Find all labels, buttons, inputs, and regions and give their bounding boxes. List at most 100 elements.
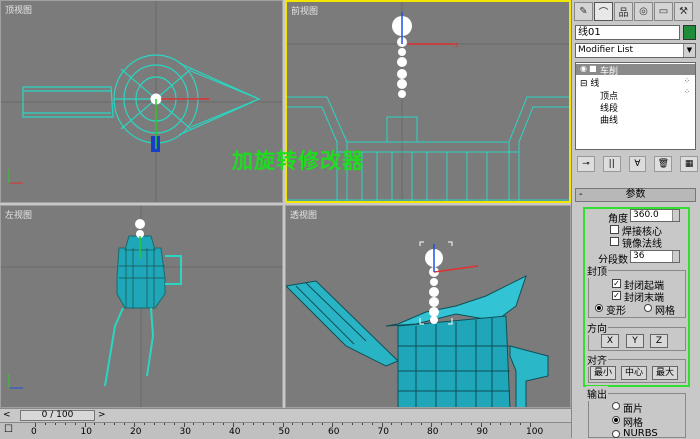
align-center-button[interactable]: 中心 [621, 366, 647, 380]
viewport-label-front[interactable]: 前视图 [291, 4, 318, 17]
stack-item-lathe[interactable]: ◉ ■ 车削 [576, 64, 695, 77]
patch-radio[interactable] [612, 402, 620, 410]
object-color-swatch[interactable] [683, 25, 696, 40]
flip-normals-checkbox[interactable] [610, 237, 619, 246]
modifier-list-dropdown[interactable]: Modifier List ▼ [575, 43, 696, 58]
align-max-button[interactable]: 最大 [652, 366, 678, 380]
viewport-label-top[interactable]: 顶视图 [5, 3, 32, 16]
utilities-tab-icon[interactable]: ⚒ [674, 2, 693, 21]
spinner-arrows-icon[interactable] [672, 210, 679, 221]
subobject-spline[interactable]: 曲线 [600, 113, 618, 126]
track-minor-tick [44, 423, 46, 425]
viewport-left[interactable]: 左视图 [0, 205, 283, 408]
track-minor-tick [510, 423, 512, 425]
track-minor-tick [64, 423, 66, 425]
morph-radio[interactable] [595, 304, 603, 312]
track-minor-tick [470, 423, 472, 425]
angle-spinner[interactable]: 360.0 [630, 209, 680, 222]
track-minor-tick [213, 423, 215, 425]
make-unique-icon[interactable]: ∀ [628, 156, 647, 172]
mini-curve-editor-icon[interactable]: ☐ [4, 424, 13, 435]
track-minor-tick [411, 423, 413, 425]
nurbs-label: NURBS [623, 428, 658, 439]
mesh-radio[interactable] [612, 416, 620, 424]
track-minor-tick [312, 423, 314, 425]
collapse-icon[interactable]: ⊟ [580, 79, 588, 89]
track-minor-tick [302, 423, 304, 425]
track-minor-tick [361, 423, 363, 425]
track-tick-label: 60 [328, 427, 340, 437]
track-tick-label: 90 [476, 427, 488, 437]
segments-spinner[interactable]: 36 [630, 250, 680, 263]
stack-item-line[interactable]: ⊟ 线 [580, 76, 599, 89]
viewport-perspective[interactable]: 透视图 [285, 205, 571, 408]
track-tick-label: 10 [80, 427, 92, 437]
modifier-stack[interactable]: ◉ ■ 车削 ⊟ 线 顶点 线段 曲线 ⁘ ⁘ [575, 62, 696, 150]
track-minor-tick [272, 423, 274, 425]
direction-y-button[interactable]: Y [626, 334, 644, 348]
angle-value: 360.0 [633, 210, 659, 220]
track-minor-tick [292, 423, 294, 425]
track-minor-tick [322, 423, 324, 425]
grid-radio[interactable] [644, 304, 652, 312]
track-minor-tick [114, 423, 116, 425]
track-tick-label: 40 [229, 427, 241, 437]
pin-stack-icon[interactable]: ⊸ [577, 156, 595, 172]
track-bar[interactable]: ☐ 0 10 20 30 40 50 60 70 80 90 100 [0, 422, 571, 439]
cap-end-checkbox[interactable]: ✓ [612, 291, 621, 300]
time-slider-thumb[interactable]: 0 / 100 [20, 410, 95, 421]
left-view-drawing [1, 206, 282, 407]
modifier-list-label: Modifier List [578, 45, 633, 55]
spinner-arrows-icon[interactable] [672, 251, 679, 262]
track-minor-tick [401, 423, 403, 425]
time-prev-arrow-icon[interactable]: < [3, 410, 11, 420]
modify-tab-icon[interactable]: ⌒ [594, 2, 613, 21]
weld-core-checkbox[interactable] [610, 225, 619, 234]
collapse-rollout-icon: - [579, 189, 583, 200]
chevron-down-icon: ▼ [683, 44, 695, 57]
viewport-label-left[interactable]: 左视图 [5, 208, 32, 221]
segments-value: 36 [633, 251, 645, 261]
track-minor-tick [450, 423, 452, 425]
nurbs-radio[interactable] [612, 430, 620, 438]
track-minor-tick [74, 423, 76, 425]
track-minor-tick [262, 423, 264, 425]
time-next-arrow-icon[interactable]: > [98, 410, 106, 420]
create-tab-icon[interactable]: ✎ [574, 2, 593, 21]
direction-x-button[interactable]: X [601, 334, 619, 348]
morph-label: 变形 [606, 306, 626, 317]
track-minor-tick [203, 423, 205, 425]
configure-sets-icon[interactable]: ▦ [680, 156, 698, 172]
time-slider-bar: < 0 / 100 > [0, 408, 571, 423]
track-tick-label: 70 [377, 427, 389, 437]
direction-z-button[interactable]: Z [650, 334, 668, 348]
expand-icon[interactable]: ■ [589, 64, 597, 73]
hierarchy-tab-icon[interactable]: 品 [614, 2, 633, 21]
align-label: 对齐 [586, 352, 608, 367]
track-minor-tick [124, 423, 126, 425]
track-tick-label: 30 [179, 427, 191, 437]
viewport-label-perspective[interactable]: 透视图 [290, 208, 317, 221]
parameters-rollout-header[interactable]: - 参数 [575, 188, 696, 202]
track-minor-tick [143, 423, 145, 425]
track-minor-tick [391, 423, 393, 425]
track-minor-tick [242, 423, 244, 425]
tutorial-caption: 加旋转修改器 [232, 149, 364, 173]
show-end-result-icon[interactable]: || [602, 156, 621, 172]
motion-tab-icon[interactable]: ◎ [634, 2, 653, 21]
track-minor-tick [421, 423, 423, 425]
mesh-label: 网格 [623, 418, 643, 429]
bulb-icon[interactable]: ◉ [580, 64, 587, 73]
cap-start-checkbox[interactable]: ✓ [612, 279, 621, 288]
time-frame-display: 0 / 100 [41, 410, 74, 420]
track-minor-tick [153, 423, 155, 425]
track-minor-tick [341, 423, 343, 425]
align-min-button[interactable]: 最小 [590, 366, 616, 380]
object-name-field[interactable]: 线01 [575, 25, 680, 40]
command-panel: ✎ ⌒ 品 ◎ ▭ ⚒ 线01 Modifier List ▼ ◉ ■ 车削 ⊟… [571, 0, 700, 439]
display-tab-icon[interactable]: ▭ [654, 2, 673, 21]
track-minor-tick [94, 423, 96, 425]
remove-modifier-icon[interactable]: 🗑 [654, 156, 673, 172]
track-minor-tick [193, 423, 195, 425]
track-minor-tick [500, 423, 502, 425]
